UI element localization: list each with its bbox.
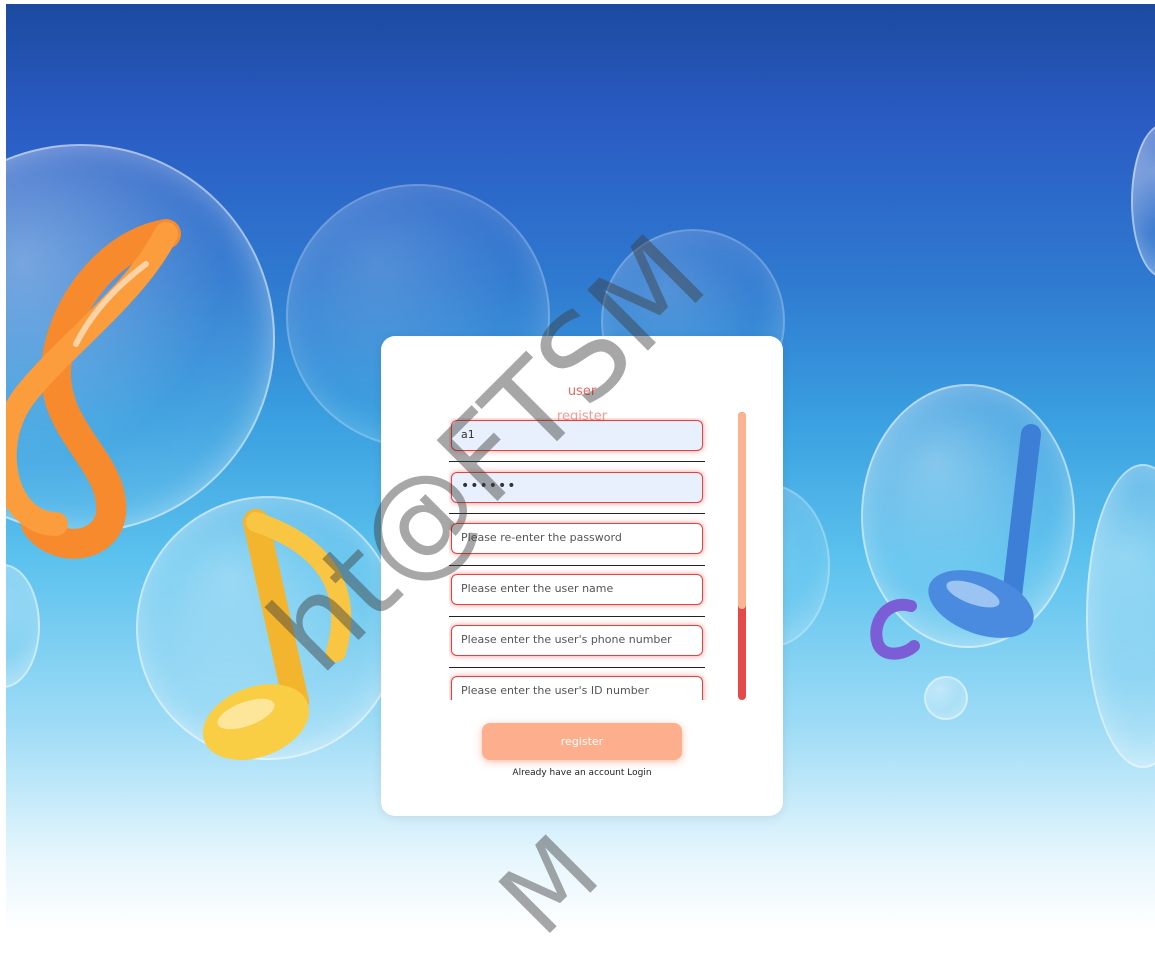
- bubble-icon: [924, 676, 968, 720]
- form-scroll-area[interactable]: a1 •••••• Please re-enter the password P…: [449, 418, 709, 700]
- user-name-input[interactable]: Please enter the user name: [451, 574, 703, 605]
- id-number-input[interactable]: Please enter the user's ID number: [451, 676, 703, 700]
- field-divider: [449, 513, 705, 514]
- form-scrollbar[interactable]: [738, 412, 746, 700]
- scrollbar-thumb[interactable]: [738, 412, 746, 609]
- treble-clef-icon: [6, 219, 181, 559]
- bubble-icon: [1131, 124, 1155, 278]
- confirm-password-input[interactable]: Please re-enter the password: [451, 523, 703, 554]
- field-divider: [449, 565, 705, 566]
- music-c-icon: [870, 598, 920, 660]
- account-input[interactable]: a1: [451, 420, 703, 451]
- bubble-icon: [1086, 464, 1155, 768]
- field-divider: [449, 616, 705, 617]
- eighth-note-icon: [202, 509, 352, 760]
- field-divider: [449, 461, 705, 462]
- register-button[interactable]: register: [482, 723, 682, 760]
- field-divider: [449, 667, 705, 668]
- bubble-icon: [6, 564, 40, 688]
- quarter-note-icon: [928, 424, 1041, 638]
- phone-input[interactable]: Please enter the user's phone number: [451, 625, 703, 656]
- register-card: user register a1 •••••• Please re-enter …: [381, 336, 783, 816]
- login-link[interactable]: Already have an account Login: [381, 768, 783, 778]
- password-input[interactable]: ••••••: [451, 472, 703, 503]
- form-title-user: user: [567, 384, 597, 399]
